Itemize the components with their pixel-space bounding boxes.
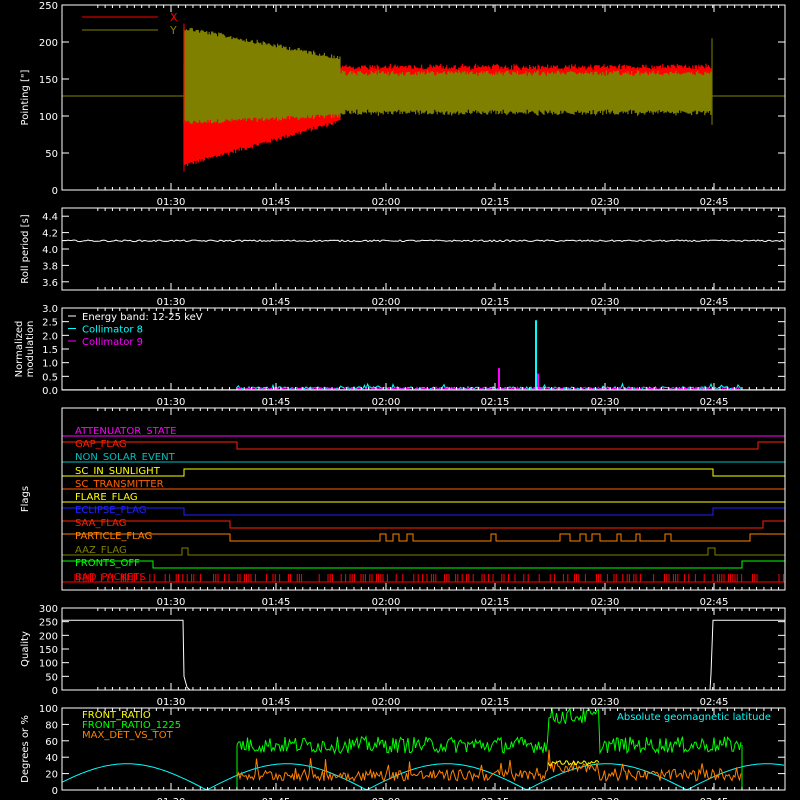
- y-tick-label: 150: [39, 645, 58, 656]
- y-tick-label: 3.8: [42, 261, 58, 272]
- y-tick-label: 3.6: [42, 278, 58, 289]
- y-tick-label: 0: [52, 786, 58, 797]
- x-tick-label: 02:45: [700, 297, 729, 308]
- y-tick-label: 80: [45, 720, 58, 731]
- x-tick-label: 01:30: [157, 397, 186, 408]
- y-tick-label: 0.5: [42, 372, 58, 383]
- flag-label: NON_SOLAR_EVENT: [75, 452, 176, 463]
- x-tick-label: 02:45: [700, 597, 729, 608]
- legend-label: Energy band: 12-25 keV: [82, 312, 203, 323]
- y-axis-label: modulation: [25, 321, 36, 378]
- y-tick-label: 0.0: [42, 386, 58, 397]
- y-axis-label: Roll period [s]: [20, 214, 31, 283]
- flag-label: ATTENUATOR_STATE: [75, 426, 176, 437]
- x-tick-label: 02:15: [481, 397, 510, 408]
- x-tick-label: 01:45: [262, 197, 291, 208]
- y-tick-label: 4.2: [42, 229, 58, 240]
- x-tick-label: 01:30: [157, 597, 186, 608]
- y-tick-label: 50: [45, 672, 58, 683]
- x-tick-label: 02:30: [591, 697, 620, 708]
- y-tick-label: 100: [39, 704, 58, 715]
- y-axis-label: Degrees or %: [20, 715, 31, 783]
- y-tick-label: 20: [45, 770, 58, 781]
- y-tick-label: 300: [39, 604, 58, 615]
- x-tick-label: 01:30: [157, 697, 186, 708]
- y-tick-label: 150: [39, 75, 58, 86]
- x-tick-label: 01:30: [157, 297, 186, 308]
- flag-label: FRONTS_OFF: [75, 558, 140, 569]
- legend-label: X: [170, 11, 178, 24]
- x-tick-label: 02:15: [481, 597, 510, 608]
- flag-label: SAA_FLAG: [75, 518, 126, 529]
- y-tick-label: 100: [39, 112, 58, 123]
- flag-label: AAZ_FLAG: [75, 545, 127, 556]
- flag-label: ECLIPSE_FLAG: [75, 505, 146, 516]
- y-tick-label: 100: [39, 659, 58, 670]
- x-tick-label: 02:45: [700, 697, 729, 708]
- flag-label: GAP_FLAG: [75, 439, 127, 450]
- y-axis-label: Pointing ["]: [20, 69, 31, 125]
- y-tick-label: 200: [39, 631, 58, 642]
- y-tick-label: 60: [45, 737, 58, 748]
- y-axis-label: Quality: [20, 631, 31, 667]
- y-tick-label: 50: [45, 149, 58, 160]
- x-tick-label: 02:15: [481, 297, 510, 308]
- x-tick-label: 02:30: [591, 197, 620, 208]
- y-tick-label: 4.4: [42, 212, 58, 223]
- x-tick-label: 01:45: [262, 597, 291, 608]
- x-tick-label: 02:00: [372, 197, 401, 208]
- y-tick-label: 250: [39, 1, 58, 12]
- x-tick-label: 02:30: [591, 297, 620, 308]
- x-tick-label: 02:00: [372, 297, 401, 308]
- y-tick-label: 4.0: [42, 245, 58, 256]
- y-tick-label: 0: [52, 186, 58, 197]
- x-tick-label: 02:00: [372, 397, 401, 408]
- annotation-label: Absolute geomagnetic latitude: [617, 712, 771, 723]
- x-tick-label: 02:15: [481, 697, 510, 708]
- flag-label: FLARE_FLAG: [75, 492, 138, 503]
- y-tick-label: 2.0: [42, 331, 58, 342]
- x-tick-label: 02:00: [372, 597, 401, 608]
- x-tick-label: 02:15: [481, 197, 510, 208]
- x-tick-label: 01:45: [262, 297, 291, 308]
- legend-label: MAX_DET_VS_TOT: [82, 730, 174, 741]
- legend-label: Y: [169, 24, 177, 37]
- x-tick-label: 01:45: [262, 697, 291, 708]
- x-tick-label: 02:30: [591, 597, 620, 608]
- flag-label: SC_TRANSMITTER: [75, 479, 164, 490]
- x-tick-label: 01:30: [157, 197, 186, 208]
- y-axis-label: Normalized: [14, 321, 25, 378]
- y-tick-label: 2.5: [42, 318, 58, 329]
- flag-label: PARTICLE_FLAG: [75, 531, 152, 542]
- flag-label: SC_IN_SUNLIGHT: [75, 466, 161, 477]
- y-tick-label: 1.5: [42, 345, 58, 356]
- x-tick-label: 02:30: [591, 397, 620, 408]
- chart-canvas: 050100150200250Pointing ["]XY01:30 01:45 0…: [0, 0, 800, 800]
- x-tick-label: 02:45: [700, 197, 729, 208]
- x-tick-label: 01:45: [262, 397, 291, 408]
- y-axis-label: Flags: [20, 486, 31, 512]
- legend-label: Collimator 9: [82, 337, 143, 348]
- y-tick-label: 0: [52, 686, 58, 697]
- y-tick-label: 1.0: [42, 359, 58, 370]
- x-tick-label: 02:00: [372, 697, 401, 708]
- legend-label: Collimator 8: [82, 325, 143, 336]
- y-tick-label: 200: [39, 38, 58, 49]
- y-tick-label: 3.0: [42, 304, 58, 315]
- x-tick-label: 02:45: [700, 397, 729, 408]
- y-tick-label: 40: [45, 753, 58, 764]
- y-tick-label: 250: [39, 618, 58, 629]
